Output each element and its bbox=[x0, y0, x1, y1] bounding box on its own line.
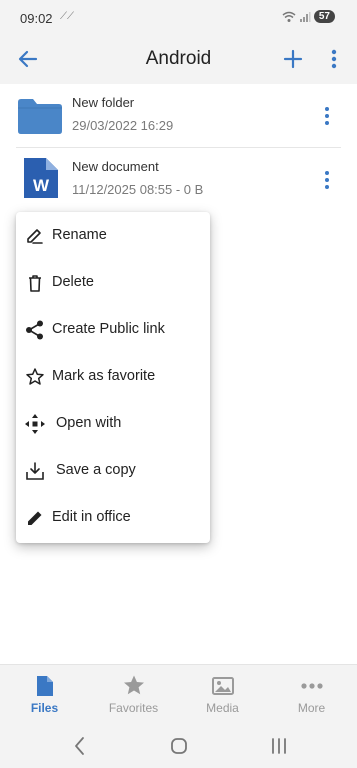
file-name: New folder bbox=[72, 95, 135, 110]
tab-more[interactable]: More bbox=[267, 665, 356, 721]
file-icon bbox=[36, 676, 53, 696]
status-bar: 09:02 ⟋⟋ 57 bbox=[0, 0, 357, 34]
more-options-icon[interactable] bbox=[326, 47, 342, 71]
file-meta: 29/03/2022 16:29 bbox=[72, 118, 174, 133]
system-back-icon[interactable] bbox=[68, 734, 92, 758]
signal-icon bbox=[299, 11, 311, 22]
file-list: New folder 29/03/2022 16:29 W New docume… bbox=[0, 84, 357, 212]
menu-label: Rename bbox=[52, 227, 107, 243]
download-icon bbox=[26, 462, 44, 480]
tab-label: Media bbox=[206, 701, 239, 715]
menu-item-rename[interactable]: Rename bbox=[16, 212, 210, 259]
move-arrows-icon bbox=[25, 414, 45, 434]
notification-icon: ⟋⟋ bbox=[60, 11, 74, 22]
menu-item-delete[interactable]: Delete bbox=[16, 259, 210, 306]
star-icon bbox=[123, 675, 144, 695]
share-icon bbox=[26, 320, 43, 340]
menu-item-edit-office[interactable]: Edit in office bbox=[16, 494, 210, 541]
wifi-icon bbox=[282, 11, 296, 22]
app-bar: Android bbox=[0, 34, 357, 84]
menu-item-open-with[interactable]: Open with bbox=[16, 400, 210, 447]
word-document-icon: W bbox=[24, 158, 58, 198]
tab-label: Files bbox=[30, 701, 59, 715]
rename-icon bbox=[27, 229, 43, 244]
menu-item-public-link[interactable]: Create Public link bbox=[16, 306, 210, 353]
system-home-icon[interactable] bbox=[167, 734, 191, 758]
item-menu-icon[interactable] bbox=[319, 106, 335, 126]
status-icons: 57 bbox=[282, 10, 335, 23]
add-icon[interactable] bbox=[281, 47, 305, 71]
tab-label: Favorites bbox=[108, 701, 159, 715]
menu-label: Save a copy bbox=[56, 462, 136, 478]
tab-media[interactable]: Media bbox=[178, 665, 267, 721]
system-navigation bbox=[0, 720, 357, 768]
battery-icon: 57 bbox=[313, 10, 335, 23]
svg-text:W: W bbox=[33, 176, 50, 195]
menu-label: Edit in office bbox=[52, 509, 131, 525]
tab-label: More bbox=[297, 701, 326, 715]
menu-label: Delete bbox=[52, 274, 94, 290]
trash-icon bbox=[29, 275, 41, 292]
more-dots-icon bbox=[300, 683, 323, 689]
star-outline-icon bbox=[26, 368, 44, 385]
context-menu: Rename Delete Create Public link Mark as… bbox=[16, 212, 210, 543]
file-name: New document bbox=[72, 159, 159, 174]
menu-item-save-copy[interactable]: Save a copy bbox=[16, 447, 210, 494]
file-meta: 11/12/2025 08:55 - 0 B bbox=[72, 182, 204, 197]
list-item-document[interactable]: W New document 11/12/2025 08:55 - 0 B bbox=[0, 148, 357, 212]
status-time: 09:02 bbox=[20, 11, 53, 26]
system-recents-icon[interactable] bbox=[267, 734, 291, 758]
item-menu-icon[interactable] bbox=[319, 170, 335, 190]
tab-files[interactable]: Files bbox=[0, 665, 89, 721]
image-icon bbox=[211, 677, 234, 695]
menu-label: Mark as favorite bbox=[52, 368, 156, 384]
list-item-folder[interactable]: New folder 29/03/2022 16:29 bbox=[0, 84, 357, 148]
menu-label: Create Public link bbox=[52, 321, 165, 337]
bottom-navigation: Files Favorites Media More bbox=[0, 664, 357, 720]
pencil-icon bbox=[28, 511, 42, 525]
menu-label: Open with bbox=[56, 415, 122, 431]
folder-icon bbox=[18, 99, 62, 134]
menu-item-favorite[interactable]: Mark as favorite bbox=[16, 353, 210, 400]
tab-favorites[interactable]: Favorites bbox=[89, 665, 178, 721]
